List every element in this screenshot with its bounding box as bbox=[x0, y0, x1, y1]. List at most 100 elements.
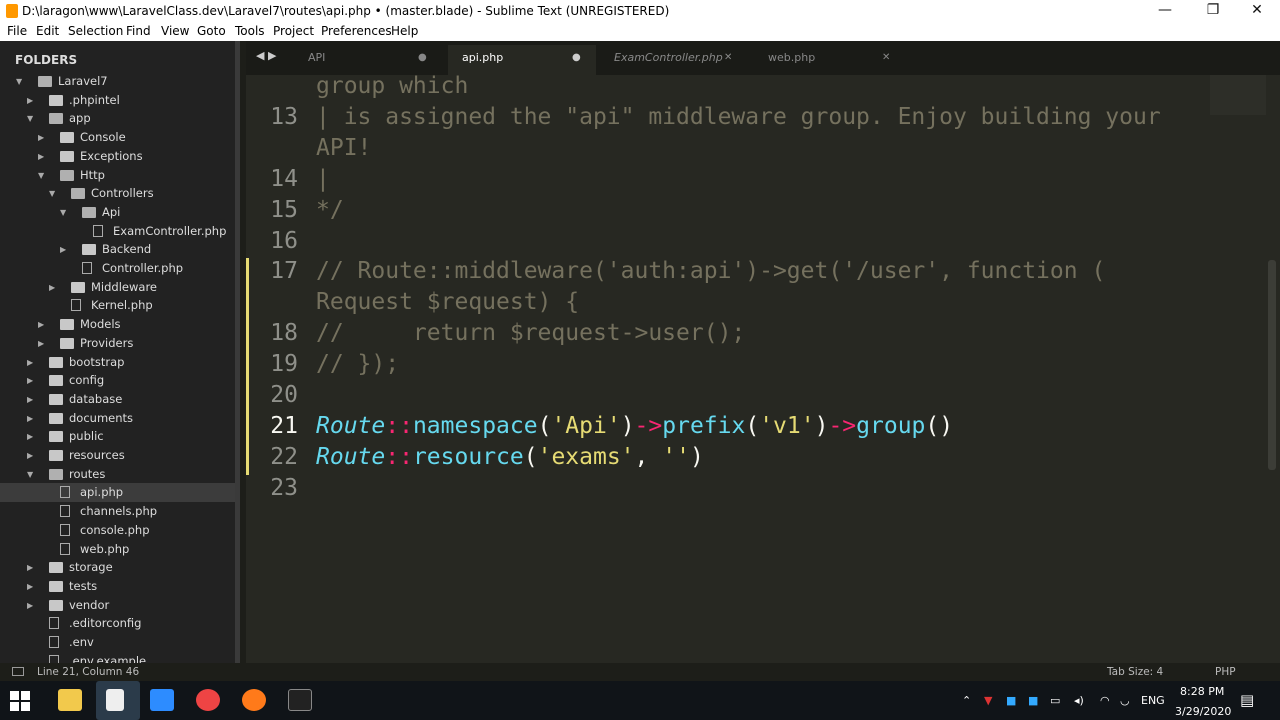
folder-item[interactable]: ▶ Exceptions bbox=[0, 147, 240, 166]
code-line[interactable]: // }); bbox=[316, 351, 399, 377]
code-line[interactable]: */ bbox=[316, 197, 344, 223]
unsaved-dot-icon[interactable]: ● bbox=[572, 45, 581, 71]
folder-item[interactable]: ▼ routes bbox=[0, 465, 240, 484]
clock-date[interactable]: 3/29/2020 bbox=[1175, 695, 1231, 719]
notification-icon[interactable]: ▤ bbox=[1240, 681, 1254, 720]
chevron-right-icon[interactable]: ▶ bbox=[27, 371, 37, 390]
chevron-right-icon[interactable]: ▶ bbox=[38, 147, 48, 166]
chevron-right-icon[interactable]: ▶ bbox=[49, 278, 59, 297]
file-item[interactable]: Controller.php bbox=[0, 259, 240, 278]
chevron-right-icon[interactable]: ▶ bbox=[38, 128, 48, 147]
chrome-icon[interactable] bbox=[196, 689, 220, 711]
code-editor[interactable]: group which 13 | is assigned the "api" mid… bbox=[246, 75, 1280, 663]
chevron-right-icon[interactable]: ▶ bbox=[27, 353, 37, 372]
volume-icon[interactable]: ◂) bbox=[1074, 681, 1084, 720]
file-item[interactable]: .editorconfig bbox=[0, 614, 240, 633]
close-tab-icon[interactable]: ✕ bbox=[724, 45, 732, 71]
tray-app-icon[interactable]: ▼ bbox=[984, 681, 992, 720]
zoom-icon[interactable] bbox=[150, 689, 174, 711]
menu-preferences[interactable]: Preferences bbox=[321, 22, 392, 41]
tab-api[interactable]: API ● bbox=[296, 45, 446, 75]
chevron-right-icon[interactable]: ▶ bbox=[27, 577, 37, 596]
folder-item[interactable]: ▼ Controllers bbox=[0, 184, 240, 203]
windows-start-icon[interactable] bbox=[10, 691, 30, 711]
notepad-icon[interactable] bbox=[106, 689, 124, 711]
chevron-right-icon[interactable]: ▶ bbox=[60, 240, 70, 259]
menu-help[interactable]: Help bbox=[391, 22, 418, 41]
menu-view[interactable]: View bbox=[161, 22, 189, 41]
terminal-icon[interactable] bbox=[288, 689, 312, 711]
tab-examcontroller[interactable]: ExamController.php ✕ bbox=[598, 45, 748, 75]
file-item[interactable]: ExamController.php bbox=[0, 222, 240, 241]
code-line[interactable]: Route::resource('exams', '') bbox=[316, 444, 704, 470]
minimap[interactable] bbox=[1210, 75, 1266, 115]
code-line[interactable]: group which bbox=[316, 75, 468, 99]
network-icon[interactable]: ◡ bbox=[1120, 681, 1130, 720]
menu-find[interactable]: Find bbox=[126, 22, 151, 41]
folder-item[interactable]: ▶ tests bbox=[0, 577, 240, 596]
folder-item[interactable]: ▶ storage bbox=[0, 558, 240, 577]
tab-scroll-arrows-icon[interactable]: ◀ ▶ bbox=[256, 49, 276, 62]
panel-toggle-icon[interactable] bbox=[12, 667, 24, 676]
folder-item[interactable]: ▶ .phpintel bbox=[0, 91, 240, 110]
menu-tools[interactable]: Tools bbox=[235, 22, 265, 41]
chevron-right-icon[interactable]: ▶ bbox=[27, 427, 37, 446]
chevron-right-icon[interactable]: ▶ bbox=[27, 91, 37, 110]
tab-api-php[interactable]: api.php ● bbox=[448, 45, 596, 75]
file-item[interactable]: .env.example bbox=[0, 652, 240, 663]
menu-selection[interactable]: Selection bbox=[68, 22, 123, 41]
menu-edit[interactable]: Edit bbox=[36, 22, 59, 41]
file-item[interactable]: .env bbox=[0, 633, 240, 652]
tray-app-icon[interactable]: ■ bbox=[1028, 681, 1038, 720]
folder-item[interactable]: ▼ app bbox=[0, 109, 240, 128]
folder-item[interactable]: ▶ config bbox=[0, 371, 240, 390]
file-explorer-icon[interactable] bbox=[58, 689, 82, 711]
input-language[interactable]: ENG bbox=[1141, 681, 1165, 720]
folder-item[interactable]: ▶ public bbox=[0, 427, 240, 446]
chevron-down-icon[interactable]: ▼ bbox=[16, 72, 26, 91]
chevron-down-icon[interactable]: ▼ bbox=[27, 109, 37, 128]
close-button[interactable]: ✕ bbox=[1234, 0, 1280, 22]
folder-item[interactable]: ▶ documents bbox=[0, 409, 240, 428]
chevron-down-icon[interactable]: ▼ bbox=[60, 203, 70, 222]
folder-item[interactable]: ▶ database bbox=[0, 390, 240, 409]
file-item[interactable]: Kernel.php bbox=[0, 296, 240, 315]
chevron-right-icon[interactable]: ▶ bbox=[38, 334, 48, 353]
folder-item[interactable]: ▶ Middleware bbox=[0, 278, 240, 297]
code-line[interactable]: | bbox=[316, 166, 330, 192]
folder-item[interactable]: ▶ resources bbox=[0, 446, 240, 465]
chevron-right-icon[interactable]: ▶ bbox=[27, 558, 37, 577]
chevron-down-icon[interactable]: ▼ bbox=[27, 465, 37, 484]
code-line[interactable]: // Route::middleware('auth:api')->get('/… bbox=[316, 258, 1105, 284]
code-line[interactable]: API! bbox=[316, 135, 371, 161]
folder-item[interactable]: ▶ Models bbox=[0, 315, 240, 334]
chevron-down-icon[interactable]: ▼ bbox=[38, 166, 48, 185]
minimize-button[interactable]: — bbox=[1142, 0, 1188, 22]
file-item[interactable]: web.php bbox=[0, 540, 240, 559]
chevron-right-icon[interactable]: ▶ bbox=[27, 390, 37, 409]
editor-scrollbar[interactable] bbox=[1268, 260, 1276, 470]
menu-project[interactable]: Project bbox=[273, 22, 314, 41]
chevron-right-icon[interactable]: ▶ bbox=[27, 409, 37, 428]
chevron-down-icon[interactable]: ▼ bbox=[49, 184, 59, 203]
folder-item[interactable]: ▶ vendor bbox=[0, 596, 240, 615]
tab-size[interactable]: Tab Size: 4 bbox=[1107, 663, 1163, 681]
code-line[interactable]: | is assigned the "api" middleware group… bbox=[316, 104, 1161, 130]
code-line[interactable]: // return $request->user(); bbox=[316, 320, 745, 346]
folder-item[interactable]: ▼ Laravel7 bbox=[0, 72, 240, 91]
unsaved-dot-icon[interactable]: ● bbox=[418, 45, 427, 71]
tray-device-icon[interactable]: ▭ bbox=[1050, 681, 1060, 720]
menu-goto[interactable]: Goto bbox=[197, 22, 226, 41]
tray-chevron-icon[interactable]: ⌃ bbox=[962, 681, 971, 720]
maximize-button[interactable]: ❐ bbox=[1190, 0, 1236, 22]
folder-item[interactable]: ▶ Console bbox=[0, 128, 240, 147]
file-item[interactable]: channels.php bbox=[0, 502, 240, 521]
chevron-right-icon[interactable]: ▶ bbox=[38, 315, 48, 334]
close-tab-icon[interactable]: ✕ bbox=[882, 45, 890, 71]
tray-app-icon[interactable]: ■ bbox=[1006, 681, 1016, 720]
folder-item[interactable]: ▼ Http bbox=[0, 166, 240, 185]
folder-item[interactable]: ▶ Backend bbox=[0, 240, 240, 259]
menu-file[interactable]: File bbox=[7, 22, 27, 41]
file-item[interactable]: console.php bbox=[0, 521, 240, 540]
chevron-right-icon[interactable]: ▶ bbox=[27, 596, 37, 615]
